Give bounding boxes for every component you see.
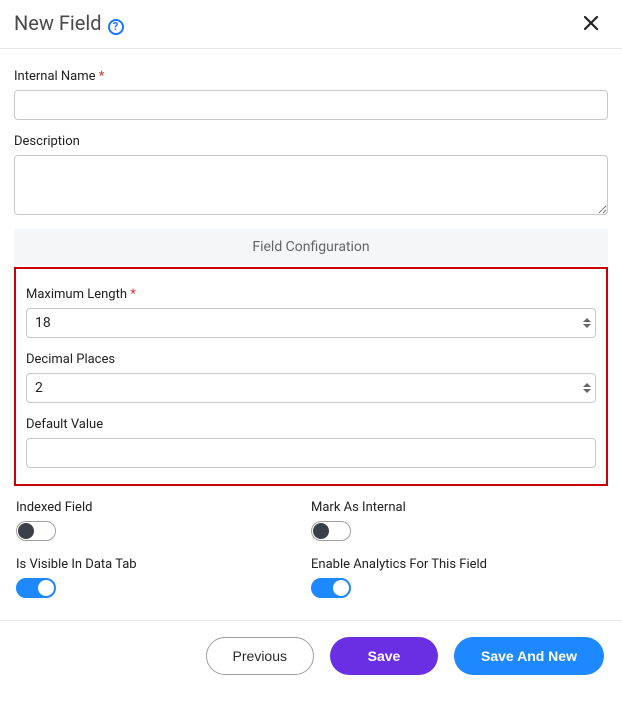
previous-button[interactable]: Previous — [206, 637, 314, 675]
close-icon[interactable] — [578, 10, 604, 36]
new-field-dialog: New Field ? Internal Name * Description … — [0, 0, 622, 693]
mark-internal-label: Mark As Internal — [311, 500, 606, 515]
maximum-length-label: Maximum Length * — [26, 287, 596, 302]
dialog-header: New Field ? — [0, 0, 622, 49]
default-value-input[interactable] — [26, 438, 596, 468]
decimal-places-input[interactable] — [26, 373, 596, 403]
save-and-new-button[interactable]: Save And New — [454, 637, 604, 675]
dialog-footer: Previous Save Save And New — [0, 620, 622, 693]
internal-name-label: Internal Name * — [14, 69, 608, 84]
mark-internal-toggle[interactable] — [311, 521, 351, 541]
save-button[interactable]: Save — [330, 637, 438, 675]
visible-data-tab-label: Is Visible In Data Tab — [16, 557, 311, 572]
field-configuration-box: Maximum Length * Decimal Places Default … — [14, 267, 608, 486]
visible-data-tab-toggle[interactable] — [16, 578, 56, 598]
help-icon[interactable]: ? — [108, 19, 124, 35]
indexed-field-label: Indexed Field — [16, 500, 311, 515]
enable-analytics-label: Enable Analytics For This Field — [311, 557, 606, 572]
maximum-length-input[interactable] — [26, 308, 596, 338]
internal-name-input[interactable] — [14, 90, 608, 120]
indexed-field-toggle[interactable] — [16, 521, 56, 541]
default-value-label: Default Value — [26, 417, 596, 432]
dialog-title: New Field — [14, 11, 102, 35]
decimal-places-label: Decimal Places — [26, 352, 596, 367]
field-configuration-section: Field Configuration — [14, 229, 608, 265]
enable-analytics-toggle[interactable] — [311, 578, 351, 598]
description-input[interactable] — [14, 155, 608, 215]
description-label: Description — [14, 134, 608, 149]
